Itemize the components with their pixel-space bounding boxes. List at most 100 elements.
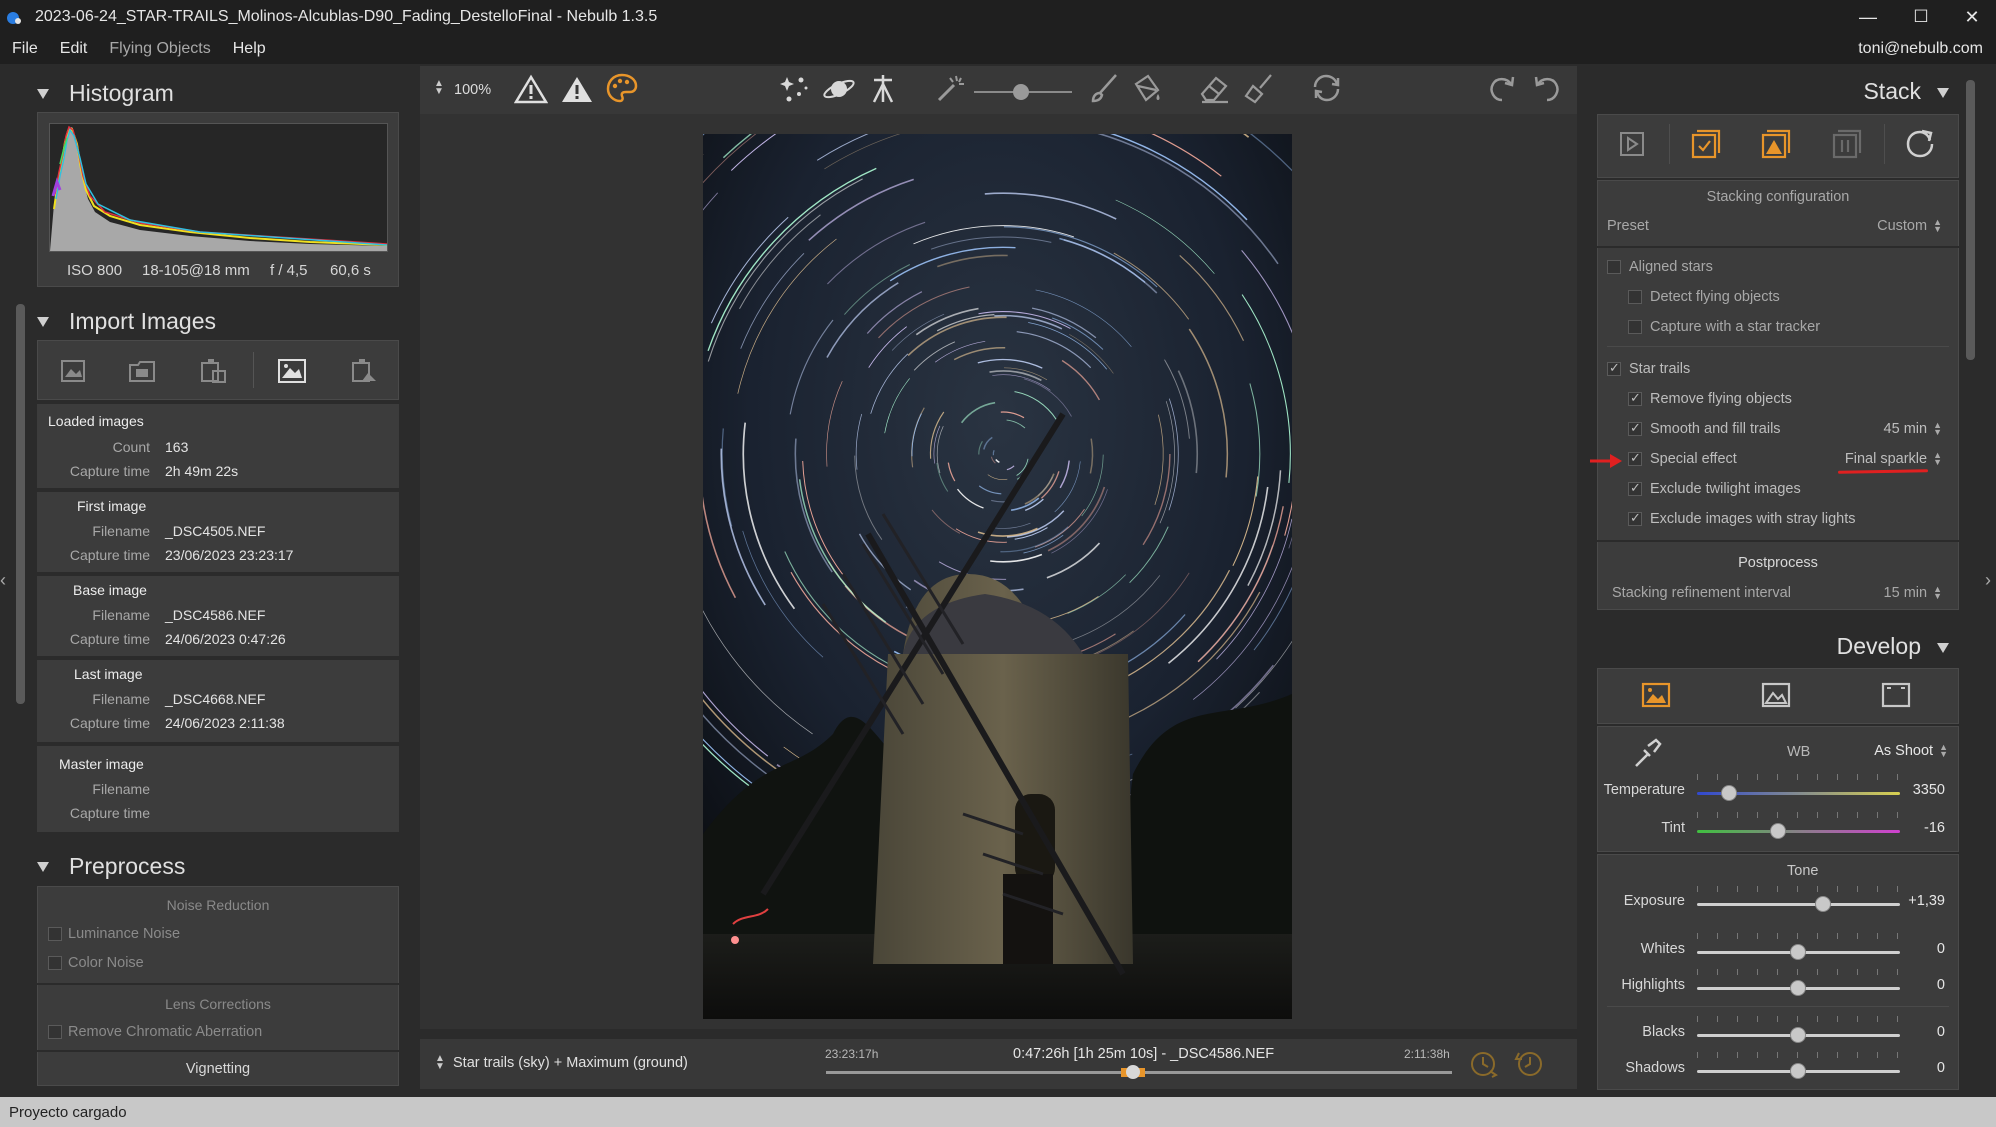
- preset-select[interactable]: Custom ▲ ▼: [1850, 218, 1942, 234]
- develop-landscape-icon[interactable]: [1758, 678, 1794, 714]
- exclude-twilight-checkbox[interactable]: Exclude twilight images: [1628, 480, 1801, 497]
- tint-slider[interactable]: [1697, 830, 1900, 833]
- menu-edit[interactable]: Edit: [49, 40, 99, 58]
- divider: [37, 983, 399, 985]
- stack-ground-icon[interactable]: [1758, 126, 1794, 162]
- collapse-left-icon[interactable]: ‹: [0, 570, 6, 591]
- stars-detect-icon[interactable]: [777, 74, 811, 108]
- menu-flying-objects[interactable]: Flying Objects: [98, 40, 221, 58]
- divider: [1597, 246, 1959, 248]
- brush-icon[interactable]: [1088, 72, 1122, 108]
- special-effect-select[interactable]: Final sparkle ▲ ▼: [1820, 451, 1942, 467]
- minimize-button[interactable]: —: [1838, 0, 1898, 34]
- color-noise-checkbox[interactable]: Color Noise: [48, 955, 144, 971]
- star-trails-photo[interactable]: [703, 134, 1292, 1019]
- master-image-heading: Master image: [59, 756, 144, 772]
- shadows-slider-knob[interactable]: [1790, 1063, 1806, 1079]
- slider-ticks: [1697, 933, 1900, 939]
- telescope-mount-icon[interactable]: [866, 72, 900, 108]
- count-label: Count: [112, 439, 150, 455]
- import-darks-icon[interactable]: [195, 356, 229, 386]
- capture-time-label: Capture time: [69, 715, 150, 731]
- toolbar-divider: [1669, 124, 1670, 164]
- aligned-stars-checkbox[interactable]: Aligned stars: [1607, 259, 1713, 275]
- spinner-icon: ▲ ▼: [1939, 742, 1948, 760]
- develop-image-icon[interactable]: [1638, 678, 1674, 714]
- preview-icon[interactable]: [1614, 126, 1650, 162]
- eraser-icon[interactable]: [1198, 72, 1232, 108]
- palette-icon[interactable]: [605, 72, 639, 108]
- zoom-level[interactable]: 100%: [454, 82, 491, 98]
- collapse-triangle-icon: [37, 861, 49, 872]
- highlights-slider-knob[interactable]: [1790, 980, 1806, 996]
- first-capture-value: 23/06/2023 23:23:17: [165, 547, 294, 563]
- brush-size-slider-knob[interactable]: [1013, 84, 1029, 100]
- slider-ticks: [1697, 1052, 1900, 1058]
- shadows-value: 0: [1936, 1060, 1945, 1076]
- collapse-triangle-icon: [1937, 642, 1949, 653]
- redo-icon[interactable]: [1485, 72, 1519, 108]
- preset-value: Custom: [1877, 218, 1928, 234]
- refinement-select[interactable]: 15 min ▲ ▼: [1850, 585, 1942, 601]
- stack-confirm-icon[interactable]: [1688, 126, 1724, 162]
- close-button[interactable]: ✕: [1942, 0, 1996, 34]
- wb-select[interactable]: As Shoot ▲ ▼: [1838, 743, 1948, 759]
- chromatic-aberration-checkbox[interactable]: Remove Chromatic Aberration: [48, 1024, 262, 1040]
- stack-section-header[interactable]: Stack: [1587, 78, 1949, 105]
- star-tracker-label: Capture with a star tracker: [1650, 319, 1821, 335]
- develop-frame-icon[interactable]: [1878, 678, 1914, 714]
- remove-flying-checkbox[interactable]: Remove flying objects: [1628, 390, 1792, 407]
- mode-spinner-icon[interactable]: ▲ ▼: [435, 1054, 445, 1072]
- user-account[interactable]: toni@nebulb.com: [1858, 40, 1983, 58]
- right-scrollbar[interactable]: [1966, 80, 1975, 360]
- histogram-title: Histogram: [69, 80, 174, 106]
- magic-wand-icon[interactable]: [934, 72, 968, 108]
- left-scrollbar[interactable]: [16, 304, 25, 704]
- whites-label: Whites: [1640, 941, 1685, 957]
- clock-end-icon[interactable]: [1514, 1049, 1546, 1083]
- base-capture-value: 24/06/2023 0:47:26: [165, 631, 286, 647]
- import-folder-icon[interactable]: [125, 356, 159, 386]
- window-title: 2023-06-24_STAR-TRAILS_Molinos-Alcublas-…: [35, 8, 658, 25]
- import-single-image-icon[interactable]: [275, 356, 309, 386]
- star-trails-checkbox[interactable]: Star trails: [1607, 360, 1690, 377]
- blacks-slider-knob[interactable]: [1790, 1027, 1806, 1043]
- clock-start-icon[interactable]: [1468, 1049, 1500, 1083]
- histogram-section-header[interactable]: Histogram: [37, 80, 174, 107]
- warning-outline-icon[interactable]: [513, 74, 549, 108]
- undo-icon[interactable]: [1530, 72, 1564, 108]
- special-effect-checkbox[interactable]: Special effect: [1628, 450, 1737, 467]
- timeline-knob[interactable]: [1125, 1065, 1140, 1079]
- whites-slider-knob[interactable]: [1790, 944, 1806, 960]
- collapse-right-icon[interactable]: ›: [1985, 570, 1991, 591]
- count-value: 163: [165, 439, 189, 455]
- import-section-header[interactable]: Import Images: [37, 308, 216, 335]
- stack-pause-icon[interactable]: [1829, 126, 1865, 162]
- eyedropper-icon[interactable]: [1630, 736, 1664, 774]
- zoom-spinner-icon[interactable]: ▲ ▼: [434, 79, 444, 97]
- reprocess-icon[interactable]: [1310, 72, 1344, 108]
- stack-mode-select[interactable]: Star trails (sky) + Maximum (ground): [453, 1055, 688, 1071]
- menu-help[interactable]: Help: [222, 40, 277, 58]
- exclude-stray-checkbox[interactable]: Exclude images with stray lights: [1628, 510, 1856, 527]
- star-tracker-checkbox[interactable]: Capture with a star tracker: [1628, 319, 1820, 335]
- restart-icon[interactable]: [1902, 126, 1938, 162]
- special-effect-value: Final sparkle: [1844, 451, 1928, 467]
- develop-section-header[interactable]: Develop: [1587, 633, 1949, 660]
- exposure-slider-knob[interactable]: [1814, 896, 1831, 912]
- broom-icon[interactable]: [1243, 72, 1277, 108]
- preprocess-section-header[interactable]: Preprocess: [37, 853, 185, 880]
- smooth-fill-checkbox[interactable]: Smooth and fill trails: [1628, 420, 1781, 437]
- fill-bucket-icon[interactable]: [1130, 72, 1164, 108]
- exposure-slider[interactable]: [1697, 903, 1900, 906]
- planet-icon[interactable]: [822, 74, 856, 108]
- color-noise-label: Color Noise: [68, 955, 144, 971]
- detect-flying-checkbox[interactable]: Detect flying objects: [1628, 289, 1780, 305]
- menu-file[interactable]: File: [0, 40, 49, 58]
- luminance-noise-checkbox[interactable]: Luminance Noise: [48, 926, 180, 942]
- timeline-track[interactable]: [826, 1065, 1452, 1079]
- import-flats-icon[interactable]: [346, 356, 380, 386]
- warning-filled-icon[interactable]: [560, 74, 594, 108]
- import-images-icon[interactable]: [56, 356, 90, 386]
- smooth-fill-select[interactable]: 45 min ▲ ▼: [1850, 421, 1942, 437]
